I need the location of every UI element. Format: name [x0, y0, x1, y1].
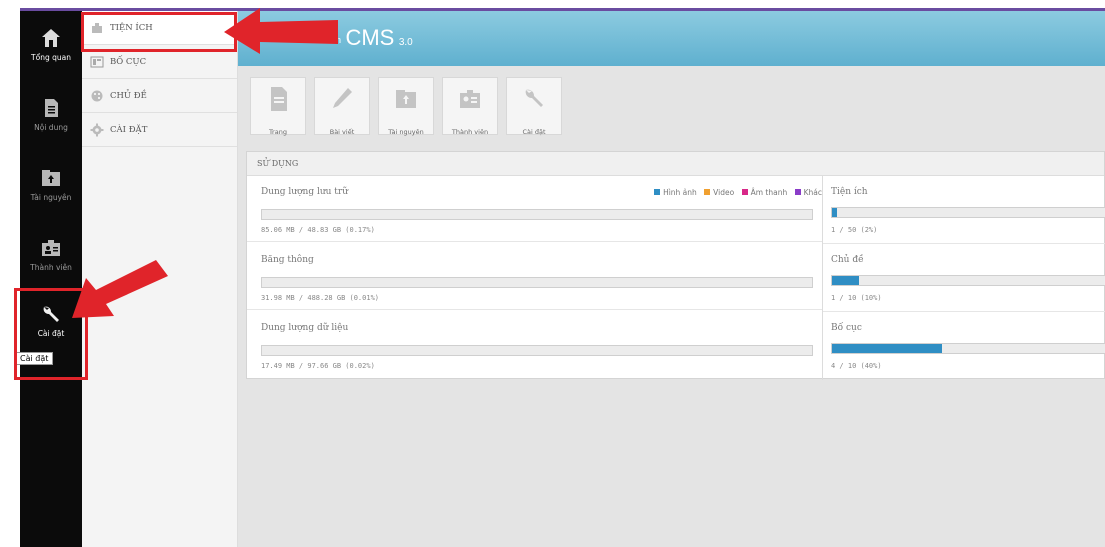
legend-item-images: Hình ảnh [654, 188, 697, 197]
utilities-quota-label: Tiện ích [831, 187, 868, 197]
document-icon [45, 99, 58, 117]
palette-icon [91, 90, 103, 101]
nav-item-label: Tài nguyên [30, 193, 72, 202]
logo-name: CMS [345, 25, 395, 50]
nav-item-label: Nội dung [34, 123, 68, 132]
quota-column: Tiện ích 1 / 50 (2%) Chủ đề 1 / 10 (10%)… [822, 176, 1105, 380]
header-bar: vnvn CMS 3.0 [238, 11, 1105, 66]
nav-item-label: Tổng quan [31, 53, 71, 62]
legend-item-audio: Âm thanh [741, 188, 787, 197]
layouts-quota-row: Bố cục 4 / 10 (40%) [823, 312, 1105, 380]
utilities-quota-fill [832, 208, 838, 217]
toolbar-label: Cài đặt [522, 128, 546, 136]
database-value: 17.49 MB / 97.66 GB (0.02%) [261, 362, 375, 370]
toolbar-label: Trang [269, 128, 287, 136]
database-progress-bar [261, 345, 813, 356]
usage-panel: SỬ DỤNG Dung lượng lưu trữ Hình ảnh Vide… [246, 151, 1105, 380]
toolbar-label: Thành viên [451, 128, 489, 136]
toolbar-members-button[interactable]: Thành viên [442, 77, 498, 136]
annotation-arrow-left [72, 260, 168, 318]
folder-icon [396, 90, 416, 108]
toolbar-posts-button[interactable]: Bài viết [314, 77, 370, 136]
toolbar-resources-button[interactable]: Tài nguyên [378, 77, 434, 136]
main-content: vnvn CMS 3.0 Trang Bài viết Tài nguyên T… [238, 11, 1105, 547]
home-icon [42, 29, 60, 47]
layout-icon [90, 56, 104, 67]
members-icon [460, 90, 480, 108]
annotation-arrow-right [224, 8, 338, 54]
bandwidth-row: Băng thông 31.98 MB / 488.28 GB (0.01%) [247, 244, 822, 310]
bandwidth-label: Băng thông [261, 255, 314, 265]
wrench-icon [525, 89, 543, 107]
pencil-icon [333, 88, 352, 108]
gear-icon [90, 123, 104, 136]
storage-value: 85.06 MB / 48.83 GB (0.17%) [261, 226, 375, 234]
usage-legend: Hình ảnh Video Âm thanh Khác [649, 188, 822, 197]
usage-title: SỬ DỤNG [247, 152, 1104, 176]
storage-row: Dung lượng lưu trữ Hình ảnh Video Âm tha… [247, 176, 822, 242]
database-label: Dung lượng dữ liệu [261, 323, 349, 333]
submenu-item-themes[interactable]: CHỦ ĐỀ [82, 79, 237, 113]
themes-quota-row: Chủ đề 1 / 10 (10%) [823, 244, 1105, 312]
submenu-item-settings[interactable]: CÀI ĐẶT [82, 113, 237, 147]
submenu-item-label: CHỦ ĐỀ [110, 90, 147, 101]
layouts-quota-bar [831, 343, 1105, 354]
themes-quota-fill [832, 276, 860, 285]
storage-progress-bar [261, 209, 813, 220]
themes-quota-bar [831, 275, 1105, 286]
utilities-quota-value: 1 / 50 (2%) [831, 226, 878, 234]
bandwidth-value: 31.98 MB / 488.28 GB (0.01%) [261, 294, 380, 302]
utilities-quota-bar [831, 207, 1105, 218]
submenu-item-label: BỐ CỤC [110, 56, 147, 67]
toolbar-label: Tài nguyên [388, 128, 424, 136]
members-icon [42, 240, 60, 256]
storage-label: Dung lượng lưu trữ [261, 187, 348, 197]
nav-item-resources[interactable]: Tài nguyên [20, 159, 82, 219]
toolbar-label: Bài viết [329, 128, 355, 136]
database-row: Dung lượng dữ liệu 17.49 MB / 97.66 GB (… [247, 312, 822, 378]
folder-icon [42, 170, 60, 186]
layouts-quota-fill [832, 344, 942, 353]
toolbar-settings-button[interactable]: Cài đặt [506, 77, 562, 136]
utilities-quota-row: Tiện ích 1 / 50 (2%) [823, 176, 1105, 244]
nav-item-content[interactable]: Nội dung [20, 89, 82, 149]
app-window: Tổng quan Nội dung Tài nguyên Thành viên… [0, 0, 1105, 547]
page-icon [271, 87, 287, 111]
themes-quota-value: 1 / 10 (10%) [831, 294, 882, 302]
logo-version: 3.0 [398, 37, 413, 48]
layouts-quota-label: Bố cục [831, 323, 862, 333]
layouts-quota-value: 4 / 10 (40%) [831, 362, 882, 370]
legend-item-video: Video [704, 188, 734, 197]
submenu-item-label: CÀI ĐẶT [110, 124, 148, 135]
bandwidth-progress-bar [261, 277, 813, 288]
nav-item-overview[interactable]: Tổng quan [20, 19, 82, 79]
themes-quota-label: Chủ đề [831, 255, 864, 265]
legend-item-other: Khác [794, 188, 822, 197]
highlight-box-utilities [81, 12, 237, 52]
toolbar-pages-button[interactable]: Trang [250, 77, 306, 136]
